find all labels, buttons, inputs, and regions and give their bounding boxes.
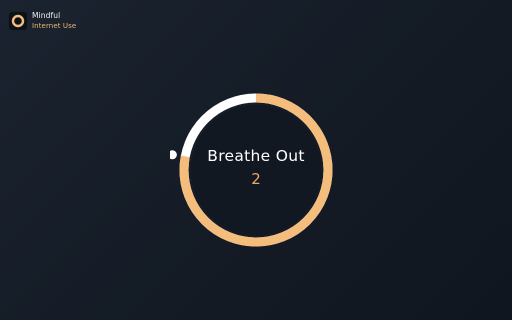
breath-count: 2 [251, 169, 261, 188]
app-name: Mindful [32, 11, 61, 20]
app-brand: Mindful Internet Use [9, 10, 76, 32]
ring-logo-icon [9, 12, 27, 30]
progress-indicator-dot [170, 150, 177, 160]
breath-phase-label: Breathe Out [207, 146, 305, 165]
brand-text: Mindful Internet Use [32, 10, 76, 32]
app-subtitle: Internet Use [32, 22, 77, 30]
breathing-display: Breathe Out 2 [192, 100, 320, 228]
